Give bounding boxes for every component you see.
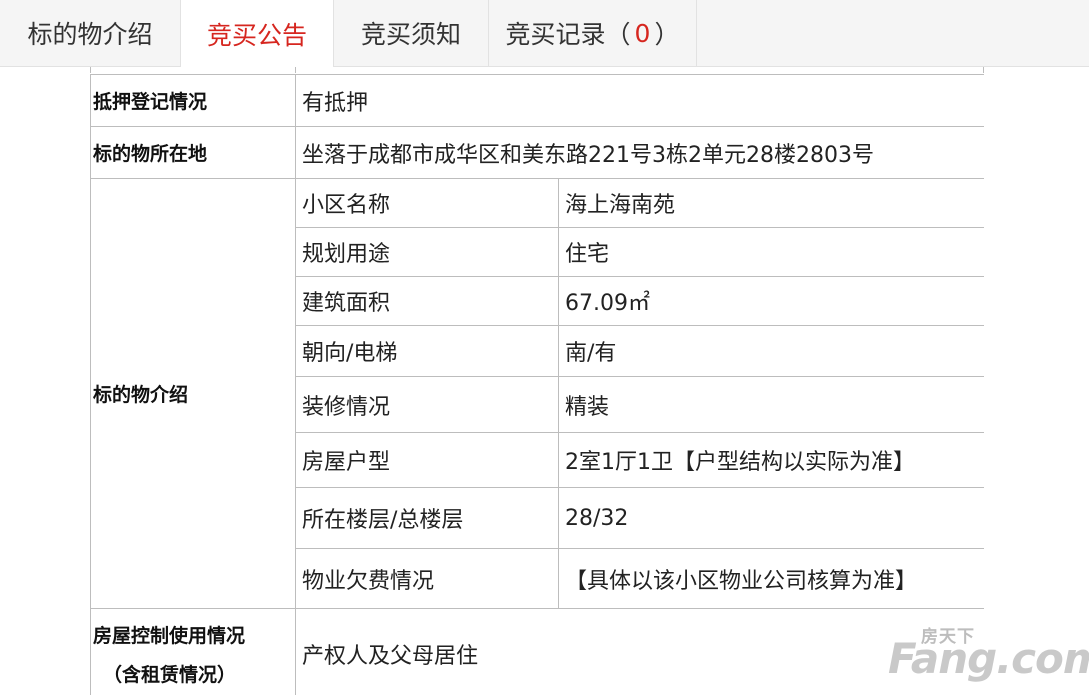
tab-label: 竞买公告 (206, 20, 307, 50)
tab-auction-notice[interactable]: 竞买公告 (181, 0, 334, 67)
attribute-value: 海上海南苑 (557, 178, 984, 228)
attribute-value: 28/32 (557, 487, 984, 549)
tab-bid-records[interactable]: 竞买记录（ 0） (489, 0, 697, 66)
table-row: 抵押登记情况 有抵押 (90, 74, 984, 127)
row-label: 房屋控制使用情况 （含租赁情况） (90, 608, 296, 695)
attribute-key: 朝向/电梯 (295, 325, 559, 377)
control-label-line1: 房屋控制使用情况 (93, 624, 246, 647)
control-label-line2: （含租赁情况） (103, 663, 237, 686)
tab-auction-rules[interactable]: 竞买须知 (334, 0, 489, 66)
tab-label: 竞买须知 (360, 20, 461, 49)
table-row: 标的物所在地 坐落于成都市成华区和美东路221号3栋2单元28楼2803号 (90, 126, 984, 179)
attribute-key: 所在楼层/总楼层 (295, 487, 559, 549)
table-row: 标的物介绍 小区名称 海上海南苑 (90, 178, 984, 609)
attribute-key: 物业欠费情况 (295, 548, 559, 609)
tab-item-intro[interactable]: 标的物介绍 (0, 0, 181, 66)
attribute-key: 房屋户型 (295, 432, 559, 488)
row-value: 坐落于成都市成华区和美东路221号3栋2单元28楼2803号 (294, 126, 984, 179)
watermark-en: Fang.com (888, 634, 1089, 683)
tab-label: 竞买记录（ (505, 20, 631, 49)
row-label: 抵押登记情况 (90, 74, 296, 127)
row-value: 产权人及父母居住 (294, 608, 984, 695)
attribute-value: 精装 (557, 376, 984, 433)
attribute-key: 规划用途 (295, 227, 559, 277)
attribute-value: 住宅 (557, 227, 984, 277)
bid-count: 0 (634, 18, 651, 48)
table-row: 房屋控制使用情况 （含租赁情况） 产权人及父母居住 (90, 608, 984, 695)
attribute-key: 小区名称 (295, 178, 559, 228)
table-top-edge (90, 67, 984, 73)
attribute-value: 67.09㎡ (557, 276, 984, 326)
attribute-value: 南/有 (557, 325, 984, 377)
property-info-table: 抵押登记情况 有抵押 标的物所在地 坐落于成都市成华区和美东路221号3栋2单元… (90, 74, 984, 695)
attribute-value: 2室1厅1卫【户型结构以实际为准】 (557, 432, 984, 488)
fang-watermark-logo: 房天下 Fang.com (888, 622, 1089, 688)
row-label: 标的物介绍 (90, 178, 296, 609)
attribute-value: 【具体以该小区物业公司核算为准】 (557, 548, 984, 609)
tab-bar: 标的物介绍 竞买公告 竞买须知 竞买记录（ 0） (0, 0, 1089, 67)
attribute-key: 建筑面积 (295, 276, 559, 326)
row-label: 标的物所在地 (90, 126, 296, 179)
tab-label-close: ） (654, 20, 680, 49)
auction-notice-content: 抵押登记情况 有抵押 标的物所在地 坐落于成都市成华区和美东路221号3栋2单元… (90, 67, 984, 695)
attribute-key: 装修情况 (295, 376, 559, 433)
tab-label: 标的物介绍 (27, 20, 153, 49)
row-value: 有抵押 (294, 74, 984, 127)
